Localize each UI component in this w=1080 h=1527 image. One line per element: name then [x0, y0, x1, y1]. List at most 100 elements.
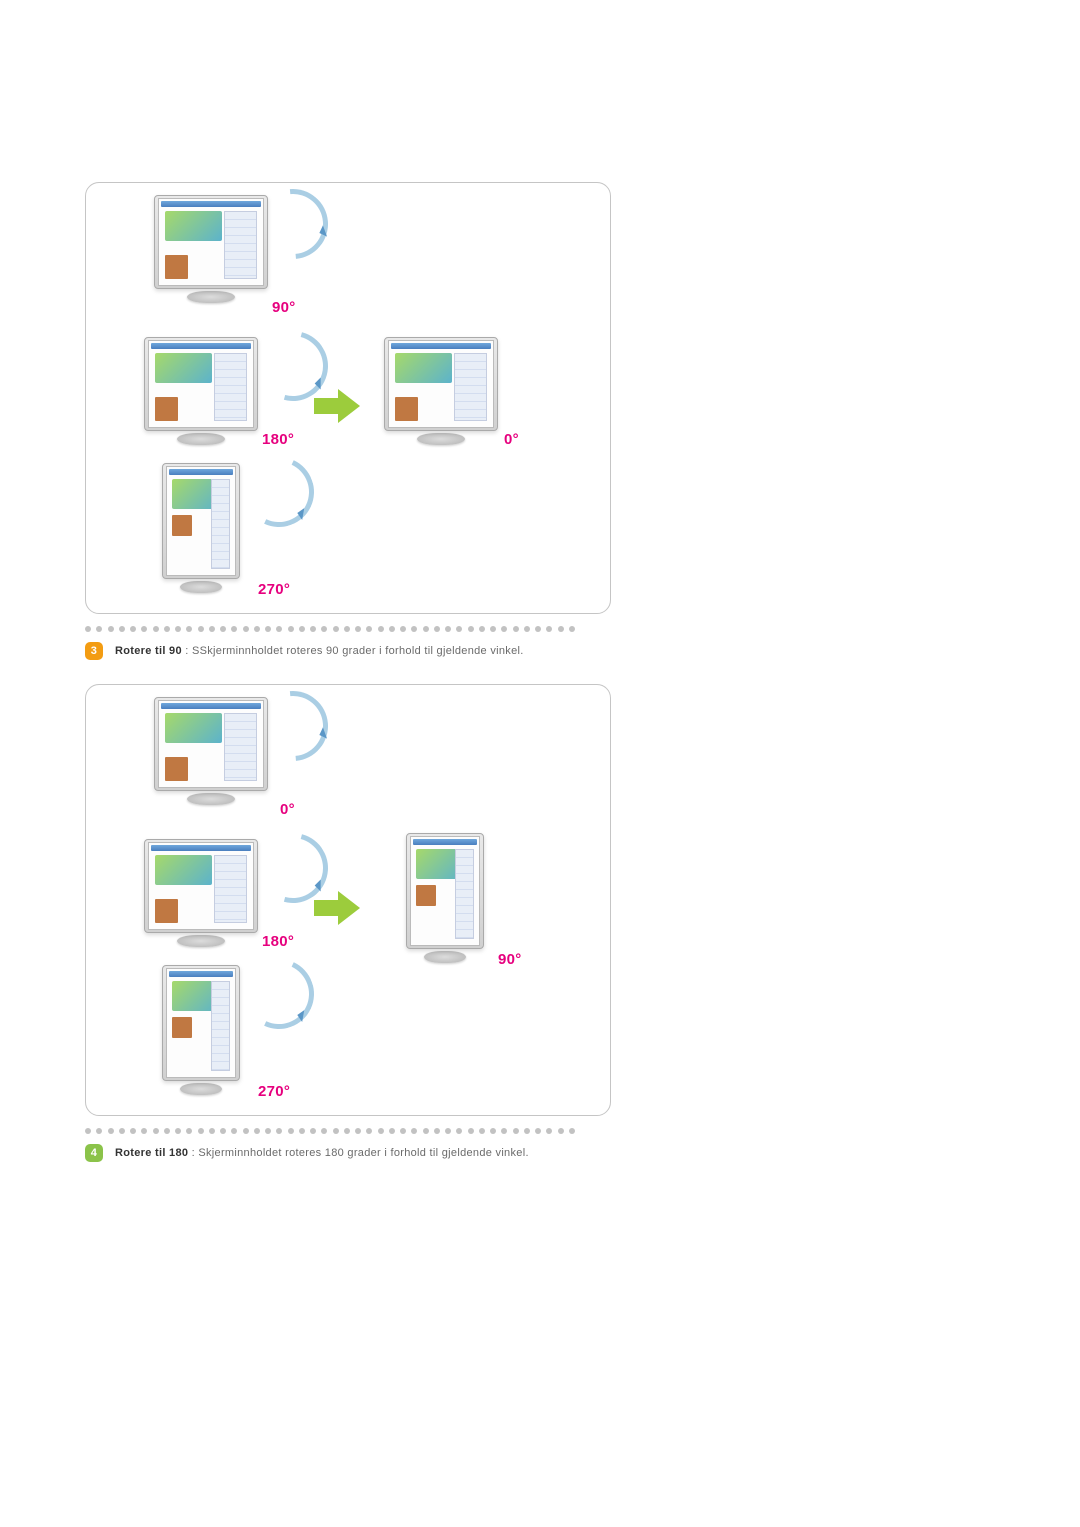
- caption-text-4: Rotere til 180 : Skjerminnholdet roteres…: [115, 1147, 529, 1159]
- dot-icon: [344, 626, 350, 632]
- monitor-screen: [166, 466, 236, 576]
- dot-icon: [119, 626, 125, 632]
- dot-icon: [434, 1128, 440, 1134]
- dot-icon: [85, 626, 91, 632]
- dot-icon: [524, 1128, 530, 1134]
- dot-icon: [434, 626, 440, 632]
- dot-icon: [164, 626, 170, 632]
- dot-icon: [546, 626, 552, 632]
- caption-text-3: Rotere til 90 : SSkjerminnholdet roteres…: [115, 645, 524, 657]
- thumb-panel: [214, 353, 247, 421]
- dot-icon: [254, 1128, 260, 1134]
- dot-icon: [85, 1128, 91, 1134]
- dot-icon: [231, 1128, 237, 1134]
- dot-icon: [288, 626, 294, 632]
- thumb-image: [165, 211, 222, 241]
- dot-icon: [130, 1128, 136, 1134]
- monitor-stand: [177, 935, 225, 947]
- angle-label-0: 0°: [504, 431, 519, 448]
- dot-icon: [186, 626, 192, 632]
- monitor-bezel: [384, 337, 498, 431]
- dot-icon: [333, 1128, 339, 1134]
- monitor-stand: [417, 433, 465, 445]
- dot-icon: [96, 626, 102, 632]
- thumb-titlebar: [169, 971, 233, 977]
- monitor-screen: [158, 700, 264, 788]
- monitor-bezel: [162, 463, 240, 579]
- caption-desc-3: SSkjerminnholdet roteres 90 grader i for…: [192, 645, 524, 657]
- thumb-image: [155, 353, 212, 383]
- monitor-270: 270°: [162, 965, 240, 1095]
- monitor-bezel: [162, 965, 240, 1081]
- thumb-titlebar: [413, 839, 477, 845]
- dot-icon: [265, 1128, 271, 1134]
- dot-icon: [186, 1128, 192, 1134]
- monitor-0-result: 0°: [384, 337, 498, 445]
- dot-icon: [265, 626, 271, 632]
- dot-icon: [456, 626, 462, 632]
- monitor-180: 180°: [144, 839, 258, 947]
- dot-icon: [569, 1128, 575, 1134]
- thumb-panel: [455, 849, 474, 939]
- dot-icon: [243, 1128, 249, 1134]
- dot-icon: [276, 626, 282, 632]
- angle-label-90: 90°: [272, 299, 296, 316]
- dot-icon: [209, 1128, 215, 1134]
- dot-icon: [108, 626, 114, 632]
- thumb-image-2: [155, 397, 178, 421]
- thumb-panel: [214, 855, 247, 923]
- dot-icon: [400, 1128, 406, 1134]
- rotate-arc-icon: [234, 447, 324, 537]
- thumb-image-2: [155, 899, 178, 923]
- dot-icon: [355, 626, 361, 632]
- document-page: 90° 180°: [0, 0, 1080, 1527]
- dot-icon: [423, 1128, 429, 1134]
- dot-icon: [558, 626, 564, 632]
- dot-icon: [501, 626, 507, 632]
- dot-icon: [389, 1128, 395, 1134]
- thumb-image: [165, 713, 222, 743]
- thumb-panel: [211, 479, 230, 569]
- caption-title-3: Rotere til 90: [115, 645, 182, 657]
- monitor-90-result: 90°: [406, 833, 484, 963]
- dot-icon: [254, 626, 260, 632]
- dot-icon: [96, 1128, 102, 1134]
- dot-icon: [389, 626, 395, 632]
- thumb-titlebar: [151, 845, 251, 851]
- numbered-badge-3: 3: [85, 642, 103, 660]
- angle-label-180: 180°: [262, 431, 294, 448]
- angle-label-0: 0°: [280, 801, 295, 818]
- angle-label-270: 270°: [258, 1083, 290, 1100]
- thumb-image-2: [172, 1017, 192, 1039]
- dot-icon: [220, 626, 226, 632]
- thumb-panel: [211, 981, 230, 1071]
- thumb-image: [155, 855, 212, 885]
- dot-icon: [558, 1128, 564, 1134]
- monitor-screen: [410, 836, 480, 946]
- dot-icon: [355, 1128, 361, 1134]
- monitor-bezel: [154, 195, 268, 289]
- thumb-image-2: [165, 757, 188, 781]
- angle-label-270: 270°: [258, 581, 290, 598]
- monitor-bezel: [154, 697, 268, 791]
- dot-icon: [378, 1128, 384, 1134]
- dot-icon: [344, 1128, 350, 1134]
- dot-icon: [141, 626, 147, 632]
- thumb-titlebar: [151, 343, 251, 349]
- caption-desc-4: Skjerminnholdet roteres 180 grader i for…: [198, 1147, 528, 1159]
- monitor-screen: [166, 968, 236, 1078]
- monitor-270: 270°: [162, 463, 240, 593]
- dot-icon: [321, 1128, 327, 1134]
- monitor-stand: [180, 581, 222, 593]
- monitor-screen: [148, 340, 254, 428]
- dot-icon: [445, 1128, 451, 1134]
- monitor-90: 90°: [154, 195, 268, 303]
- dot-icon: [276, 1128, 282, 1134]
- monitor-0: 0°: [154, 697, 268, 805]
- dot-icon: [288, 1128, 294, 1134]
- dot-icon: [321, 626, 327, 632]
- rotate-arc-icon: [234, 949, 324, 1039]
- angle-label-180: 180°: [262, 933, 294, 950]
- thumb-panel: [224, 211, 257, 279]
- dot-icon: [299, 626, 305, 632]
